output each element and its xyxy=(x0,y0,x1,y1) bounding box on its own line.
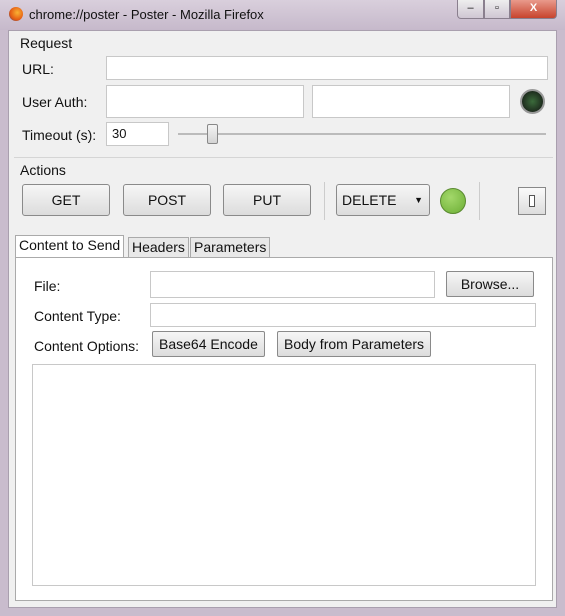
put-button[interactable]: PUT xyxy=(223,184,311,216)
base64-encode-button[interactable]: Base64 Encode xyxy=(152,331,265,357)
method-select[interactable]: DELETE ▼ xyxy=(336,184,430,216)
divider xyxy=(324,182,325,220)
status-indicator xyxy=(440,188,466,214)
divider xyxy=(479,182,480,220)
auth-username-input[interactable] xyxy=(106,85,304,118)
content-panel: File: Browse... Content Type: Content Op… xyxy=(15,257,553,601)
toggle-switch-button[interactable] xyxy=(518,187,546,215)
post-button[interactable]: POST xyxy=(123,184,211,216)
user-auth-label: User Auth: xyxy=(22,94,88,110)
close-button[interactable]: X xyxy=(510,0,557,19)
browse-button[interactable]: Browse... xyxy=(446,271,534,297)
window-title: chrome://poster - Poster - Mozilla Firef… xyxy=(29,7,264,22)
auth-button[interactable] xyxy=(520,89,545,114)
actions-group: Actions GET POST PUT DELETE ▼ xyxy=(14,157,553,227)
tab-headers[interactable]: Headers xyxy=(128,237,189,257)
maximize-button[interactable]: ▫ xyxy=(484,0,510,19)
minimize-button[interactable]: ‒ xyxy=(457,0,484,19)
firefox-icon xyxy=(9,7,23,21)
get-button[interactable]: GET xyxy=(22,184,110,216)
request-group: Request URL: User Auth: Timeout (s): 30 xyxy=(14,33,553,153)
auth-password-input[interactable] xyxy=(312,85,510,118)
actions-heading: Actions xyxy=(20,162,66,178)
content-options-label: Content Options: xyxy=(34,338,140,354)
tab-content-to-send[interactable]: Content to Send xyxy=(15,235,125,257)
url-input[interactable] xyxy=(106,56,548,80)
timeout-label: Timeout (s): xyxy=(22,127,97,143)
file-input[interactable] xyxy=(150,271,435,298)
timeout-slider-thumb[interactable] xyxy=(207,124,218,144)
timeout-input[interactable]: 30 xyxy=(106,122,169,146)
method-select-value: DELETE xyxy=(342,192,397,208)
request-heading: Request xyxy=(20,35,73,51)
poster-window: Request URL: User Auth: Timeout (s): 30 … xyxy=(8,30,557,608)
file-label: File: xyxy=(34,278,61,294)
content-type-label: Content Type: xyxy=(34,308,121,324)
content-type-input[interactable] xyxy=(150,303,536,327)
tab-parameters[interactable]: Parameters xyxy=(190,237,271,257)
body-from-parameters-button[interactable]: Body from Parameters xyxy=(277,331,432,357)
url-label: URL: xyxy=(22,61,54,77)
title-bar: chrome://poster - Poster - Mozilla Firef… xyxy=(0,0,565,30)
content-body-textarea[interactable] xyxy=(32,364,536,586)
dropdown-arrow-icon: ▼ xyxy=(414,195,423,205)
timeout-slider[interactable] xyxy=(178,133,546,135)
